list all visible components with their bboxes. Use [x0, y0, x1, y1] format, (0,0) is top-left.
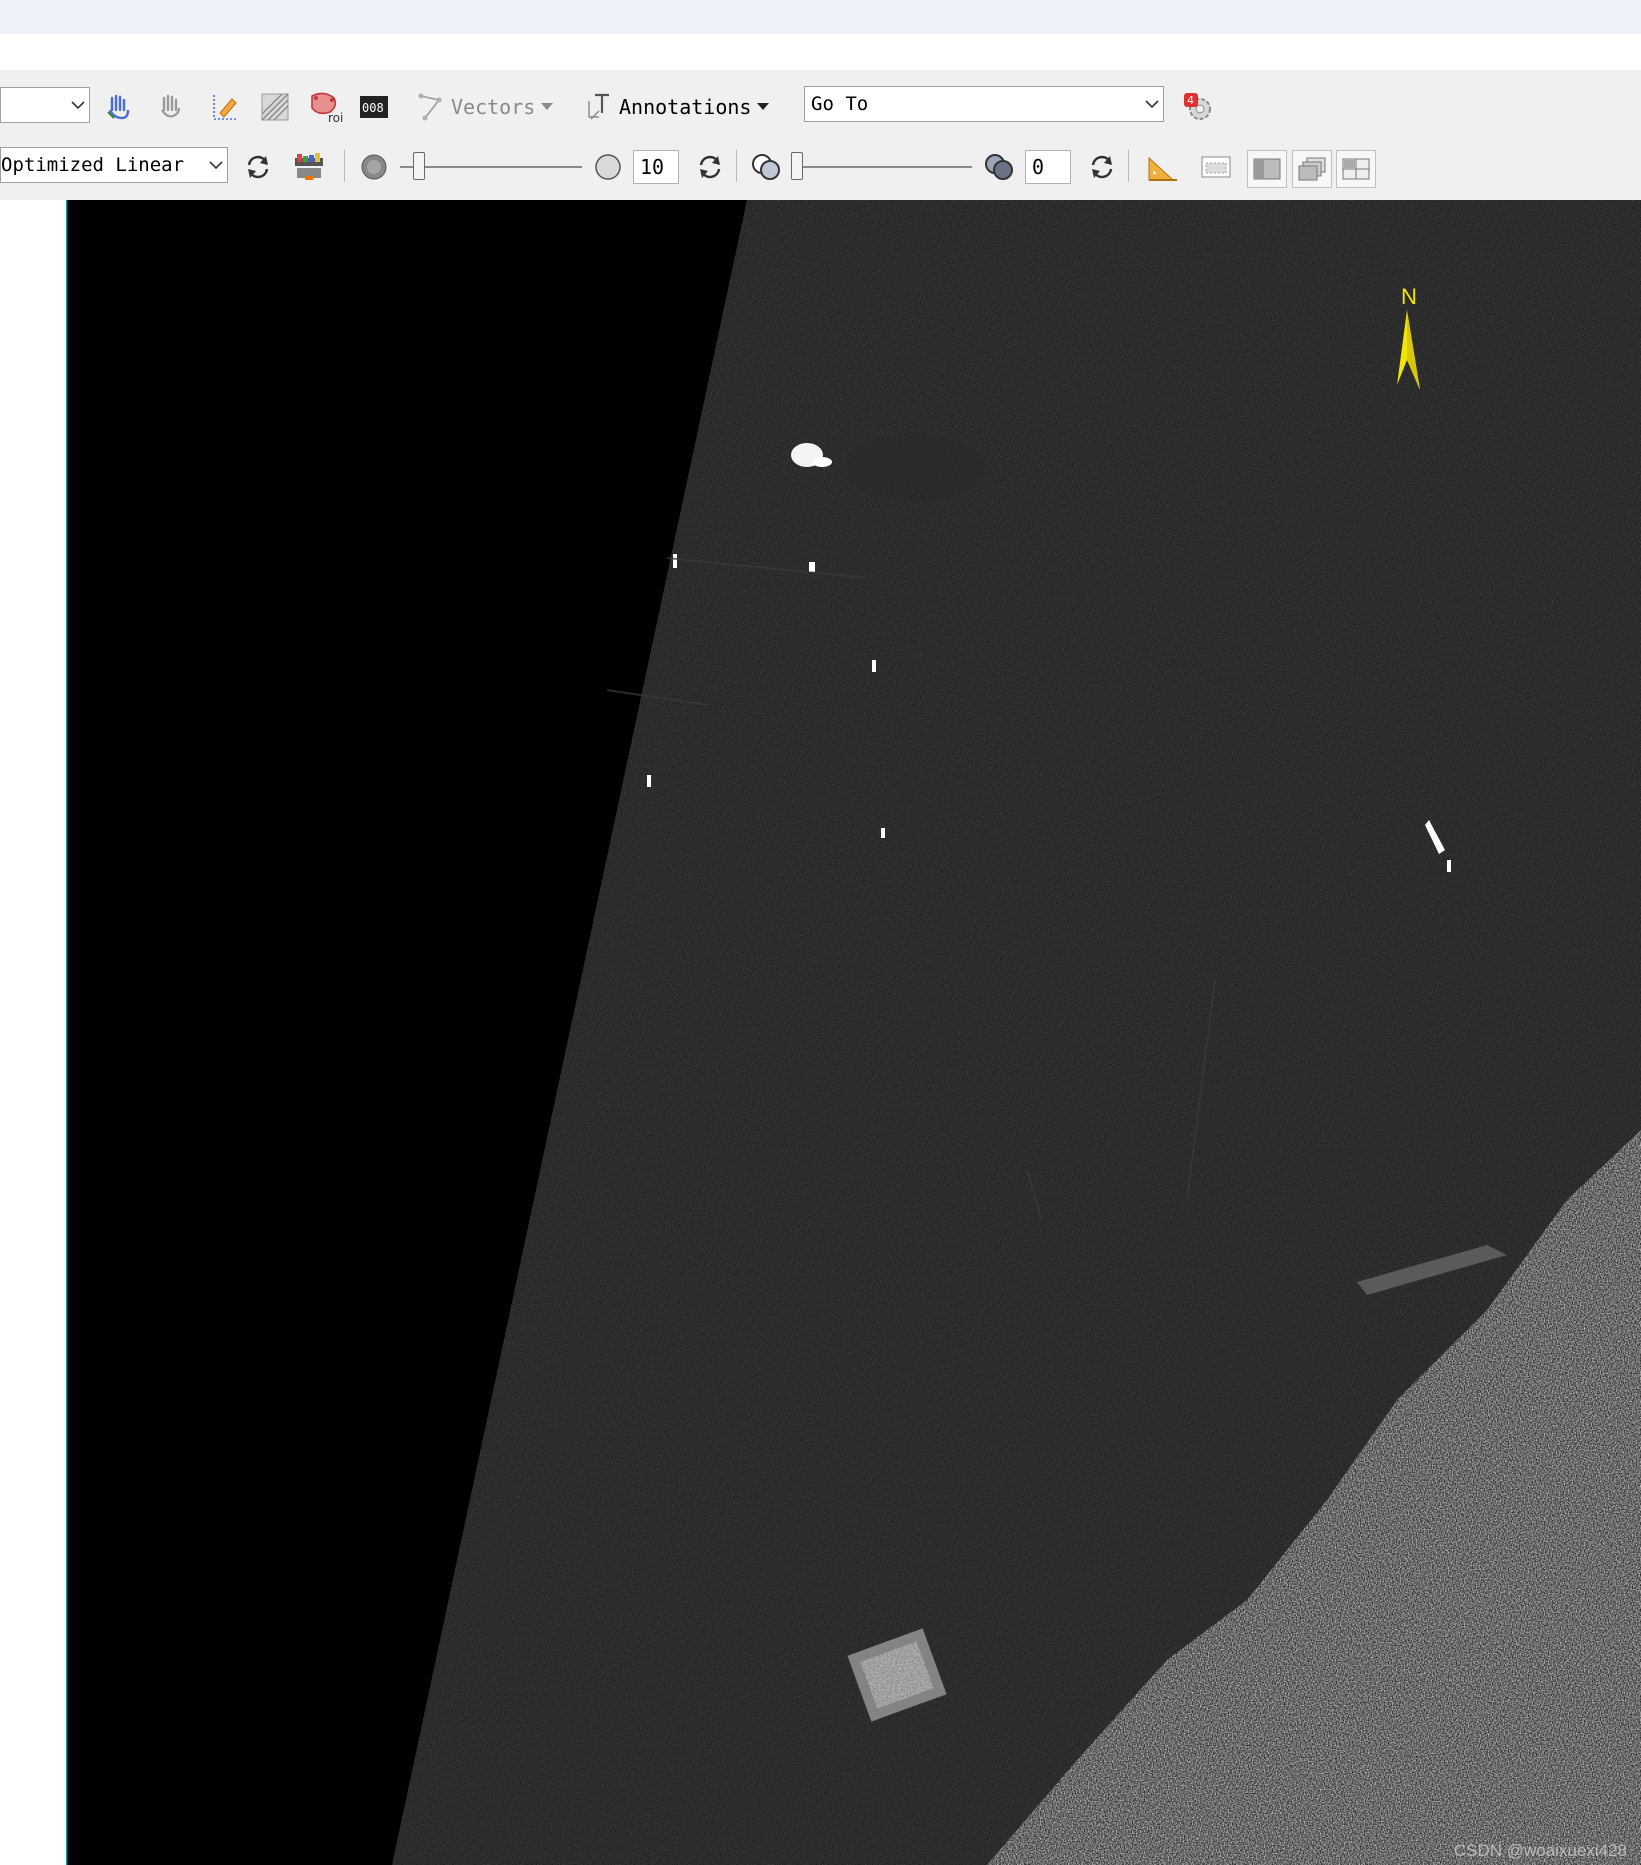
- annotations-icon: [585, 91, 617, 123]
- crosshair-icon[interactable]: [207, 90, 241, 124]
- stretch-select[interactable]: Optimized Linear: [0, 147, 228, 183]
- window-header-strip: [0, 0, 1641, 34]
- brightness-value-field[interactable]: 10: [633, 150, 679, 184]
- annotations-menu-button[interactable]: Annotations: [585, 89, 770, 125]
- brightness-slider-track[interactable]: [400, 166, 582, 168]
- toolbar-separator: [344, 150, 345, 182]
- update-alert-icon[interactable]: 4: [1181, 90, 1215, 124]
- pan-icon[interactable]: [102, 90, 136, 124]
- transparency-slider-track[interactable]: [792, 166, 972, 168]
- cursor-value-icon[interactable]: 008: [357, 90, 391, 124]
- view-cascade-icon[interactable]: [1292, 150, 1332, 188]
- roi-icon[interactable]: roi: [308, 90, 348, 124]
- vectors-label: Vectors: [451, 95, 536, 119]
- pixel-locator-icon[interactable]: [258, 90, 292, 124]
- measure-icon[interactable]: [1146, 150, 1180, 184]
- header-spacer: [0, 34, 1641, 70]
- reset-stretch-icon[interactable]: [241, 150, 275, 184]
- toolbar-separator: [736, 150, 737, 182]
- transparency-slider-thumb[interactable]: [791, 152, 803, 180]
- sar-image-viewer[interactable]: N CSDN @woaixuexi428: [67, 200, 1641, 1865]
- north-label: N: [1401, 284, 1417, 309]
- svg-text:roi: roi: [328, 111, 343, 124]
- chevron-down-icon: [205, 148, 227, 182]
- sar-image: N: [67, 200, 1641, 1865]
- view-split-icon[interactable]: [1336, 150, 1376, 188]
- stretch-select-value: Optimized Linear: [1, 154, 185, 176]
- goto-select-value: Go To: [811, 93, 869, 115]
- brightness-slider-thumb[interactable]: [413, 152, 425, 180]
- transparency-high-icon: [983, 150, 1017, 184]
- reset-transparency-icon[interactable]: [1085, 150, 1119, 184]
- chevron-down-icon: [1141, 87, 1163, 121]
- svg-text:008: 008: [362, 101, 384, 115]
- watermark: CSDN @woaixuexi428: [1453, 1841, 1627, 1860]
- annotations-label: Annotations: [619, 95, 752, 119]
- fly-icon[interactable]: [155, 90, 189, 124]
- brightness-low-icon: [357, 150, 391, 184]
- vectors-icon: [417, 92, 447, 122]
- color-table-icon[interactable]: [292, 150, 326, 184]
- layer-select[interactable]: [0, 87, 90, 123]
- transparency-low-icon: [750, 150, 784, 184]
- caret-down-icon: [541, 103, 554, 111]
- svg-text:4: 4: [1187, 94, 1194, 107]
- toolbar-separator: [1128, 150, 1129, 182]
- vectors-menu-button[interactable]: Vectors: [417, 89, 554, 125]
- transparency-value-field[interactable]: 0: [1025, 150, 1071, 184]
- goto-select[interactable]: Go To: [804, 86, 1164, 122]
- caret-down-icon: [757, 103, 770, 111]
- reset-brightness-icon[interactable]: [693, 150, 727, 184]
- chevron-down-icon: [67, 88, 89, 122]
- view-single-icon[interactable]: [1247, 150, 1287, 188]
- brightness-high-icon: [591, 150, 625, 184]
- portal-icon[interactable]: [1199, 150, 1233, 184]
